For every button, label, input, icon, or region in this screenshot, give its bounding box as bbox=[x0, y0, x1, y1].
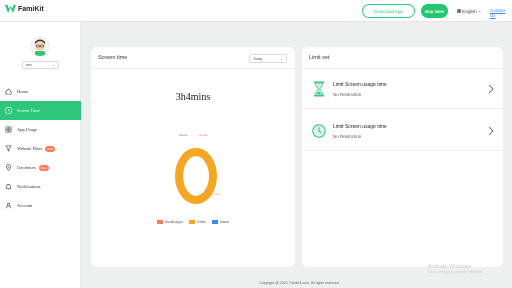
child-avatar bbox=[30, 36, 50, 56]
footer-copyright: Copyright @ 2020, FamiKit.com. All right… bbox=[259, 281, 340, 285]
sidebar-item-screen-time[interactable]: Screen Time bbox=[0, 101, 81, 120]
famikit-logo-icon bbox=[5, 5, 16, 13]
legend-swatch bbox=[211, 220, 218, 224]
download-app-button[interactable]: Download App bbox=[362, 4, 415, 18]
sidebar-item-label: Home bbox=[17, 89, 28, 94]
limit-row-title: Limit Screen usage time bbox=[333, 124, 387, 130]
legend-item-game[interactable]: Game bbox=[211, 220, 230, 224]
plus-badge: Plus bbox=[39, 164, 49, 171]
sidebar-item-notifications[interactable]: Notifications bbox=[0, 177, 81, 196]
sidebar-item-label: Geofences bbox=[17, 165, 36, 170]
legend-label: Other bbox=[197, 220, 206, 224]
uk-flag-icon bbox=[457, 9, 461, 13]
legend-label: Social Apps bbox=[164, 220, 183, 224]
filter-icon bbox=[5, 145, 12, 152]
contact-us-link[interactable]: Contact Us bbox=[490, 8, 512, 18]
screen-time-card: Screen time Today ⌄ 3h4mins Game Social … bbox=[91, 47, 295, 267]
brand-name: FamiKit bbox=[18, 5, 44, 13]
limit-row-title: Limit Screen usage time bbox=[333, 82, 387, 88]
limit-row-subtitle: No Restriction bbox=[333, 92, 362, 97]
chevron-right-icon bbox=[488, 126, 494, 136]
activate-windows-watermark: Activate Windows Go to Settings to activ… bbox=[428, 264, 483, 274]
clock-icon bbox=[5, 107, 12, 114]
sidebar-item-app-usage[interactable]: App Usage bbox=[0, 120, 81, 139]
grid-icon bbox=[5, 126, 12, 133]
plus-badge: Plus bbox=[45, 145, 56, 152]
other-label: Other : 3h4mins bbox=[199, 192, 221, 196]
period-value: Today bbox=[253, 56, 263, 61]
chevron-down-icon: ⌄ bbox=[52, 63, 55, 67]
total-screen-time: 3h4mins bbox=[175, 92, 211, 103]
chevron-down-icon: ⌄ bbox=[477, 8, 482, 13]
legend-item-other[interactable]: Other bbox=[189, 220, 206, 224]
limit-set-card: Limit set Limit Screen usage time No Res… bbox=[302, 47, 503, 267]
legend-swatch bbox=[156, 220, 163, 224]
sidebar-item-label: Website Filter bbox=[17, 146, 43, 151]
clock-icon bbox=[312, 124, 326, 138]
legend-swatch bbox=[189, 220, 195, 224]
watermark-subtitle: Go to Settings to activate Windows. bbox=[428, 270, 484, 274]
language-label: English bbox=[462, 8, 477, 14]
usage-donut-chart bbox=[175, 148, 217, 204]
limit-row-screen-usage-schedule[interactable]: Limit Screen usage time No Restriction bbox=[302, 111, 503, 151]
sidebar: test ⌄ Home Screen Time App Usage Websit… bbox=[0, 22, 81, 288]
sidebar-item-home[interactable]: Home bbox=[0, 82, 81, 101]
brand-logo[interactable]: FamiKit bbox=[5, 4, 44, 14]
language-selector[interactable]: English ⌄ bbox=[457, 8, 482, 14]
top-bar: FamiKit Download App Buy Now English ⌄ C… bbox=[0, 0, 512, 22]
map-pin-icon bbox=[5, 164, 12, 171]
sidebar-item-label: App Usage bbox=[17, 127, 38, 132]
sidebar-item-website-filter[interactable]: Website Filter Plus bbox=[0, 139, 81, 158]
device-select[interactable]: test ⌄ bbox=[22, 61, 59, 69]
sidebar-item-label: Screen Time bbox=[17, 108, 40, 113]
chart-legend: Social Apps Other Game bbox=[91, 220, 295, 224]
buy-now-button[interactable]: Buy Now bbox=[421, 4, 448, 18]
sidebar-item-account[interactable]: Account bbox=[0, 196, 81, 215]
hourglass-icon bbox=[314, 81, 324, 97]
sidebar-item-label: Notifications bbox=[17, 184, 41, 189]
limit-row-subtitle: No Restriction bbox=[333, 134, 362, 139]
sidebar-nav: Home Screen Time App Usage Website Filte… bbox=[0, 82, 81, 215]
device-name: test bbox=[26, 63, 32, 67]
limit-row-screen-usage[interactable]: Limit Screen usage time No Restriction bbox=[302, 69, 503, 109]
legend-item-social[interactable]: Social Apps bbox=[156, 220, 183, 224]
chevron-right-icon bbox=[488, 84, 494, 94]
home-icon bbox=[5, 88, 12, 95]
bell-icon bbox=[5, 183, 12, 190]
sidebar-item-geofences[interactable]: Geofences Plus bbox=[0, 158, 81, 177]
period-select[interactable]: Today ⌄ bbox=[249, 54, 287, 63]
sidebar-item-label: Account bbox=[17, 203, 33, 208]
legend-label: Game bbox=[219, 220, 230, 224]
user-icon bbox=[5, 202, 12, 209]
chevron-down-icon: ⌄ bbox=[280, 56, 283, 61]
limit-set-title: Limit set bbox=[302, 47, 503, 69]
